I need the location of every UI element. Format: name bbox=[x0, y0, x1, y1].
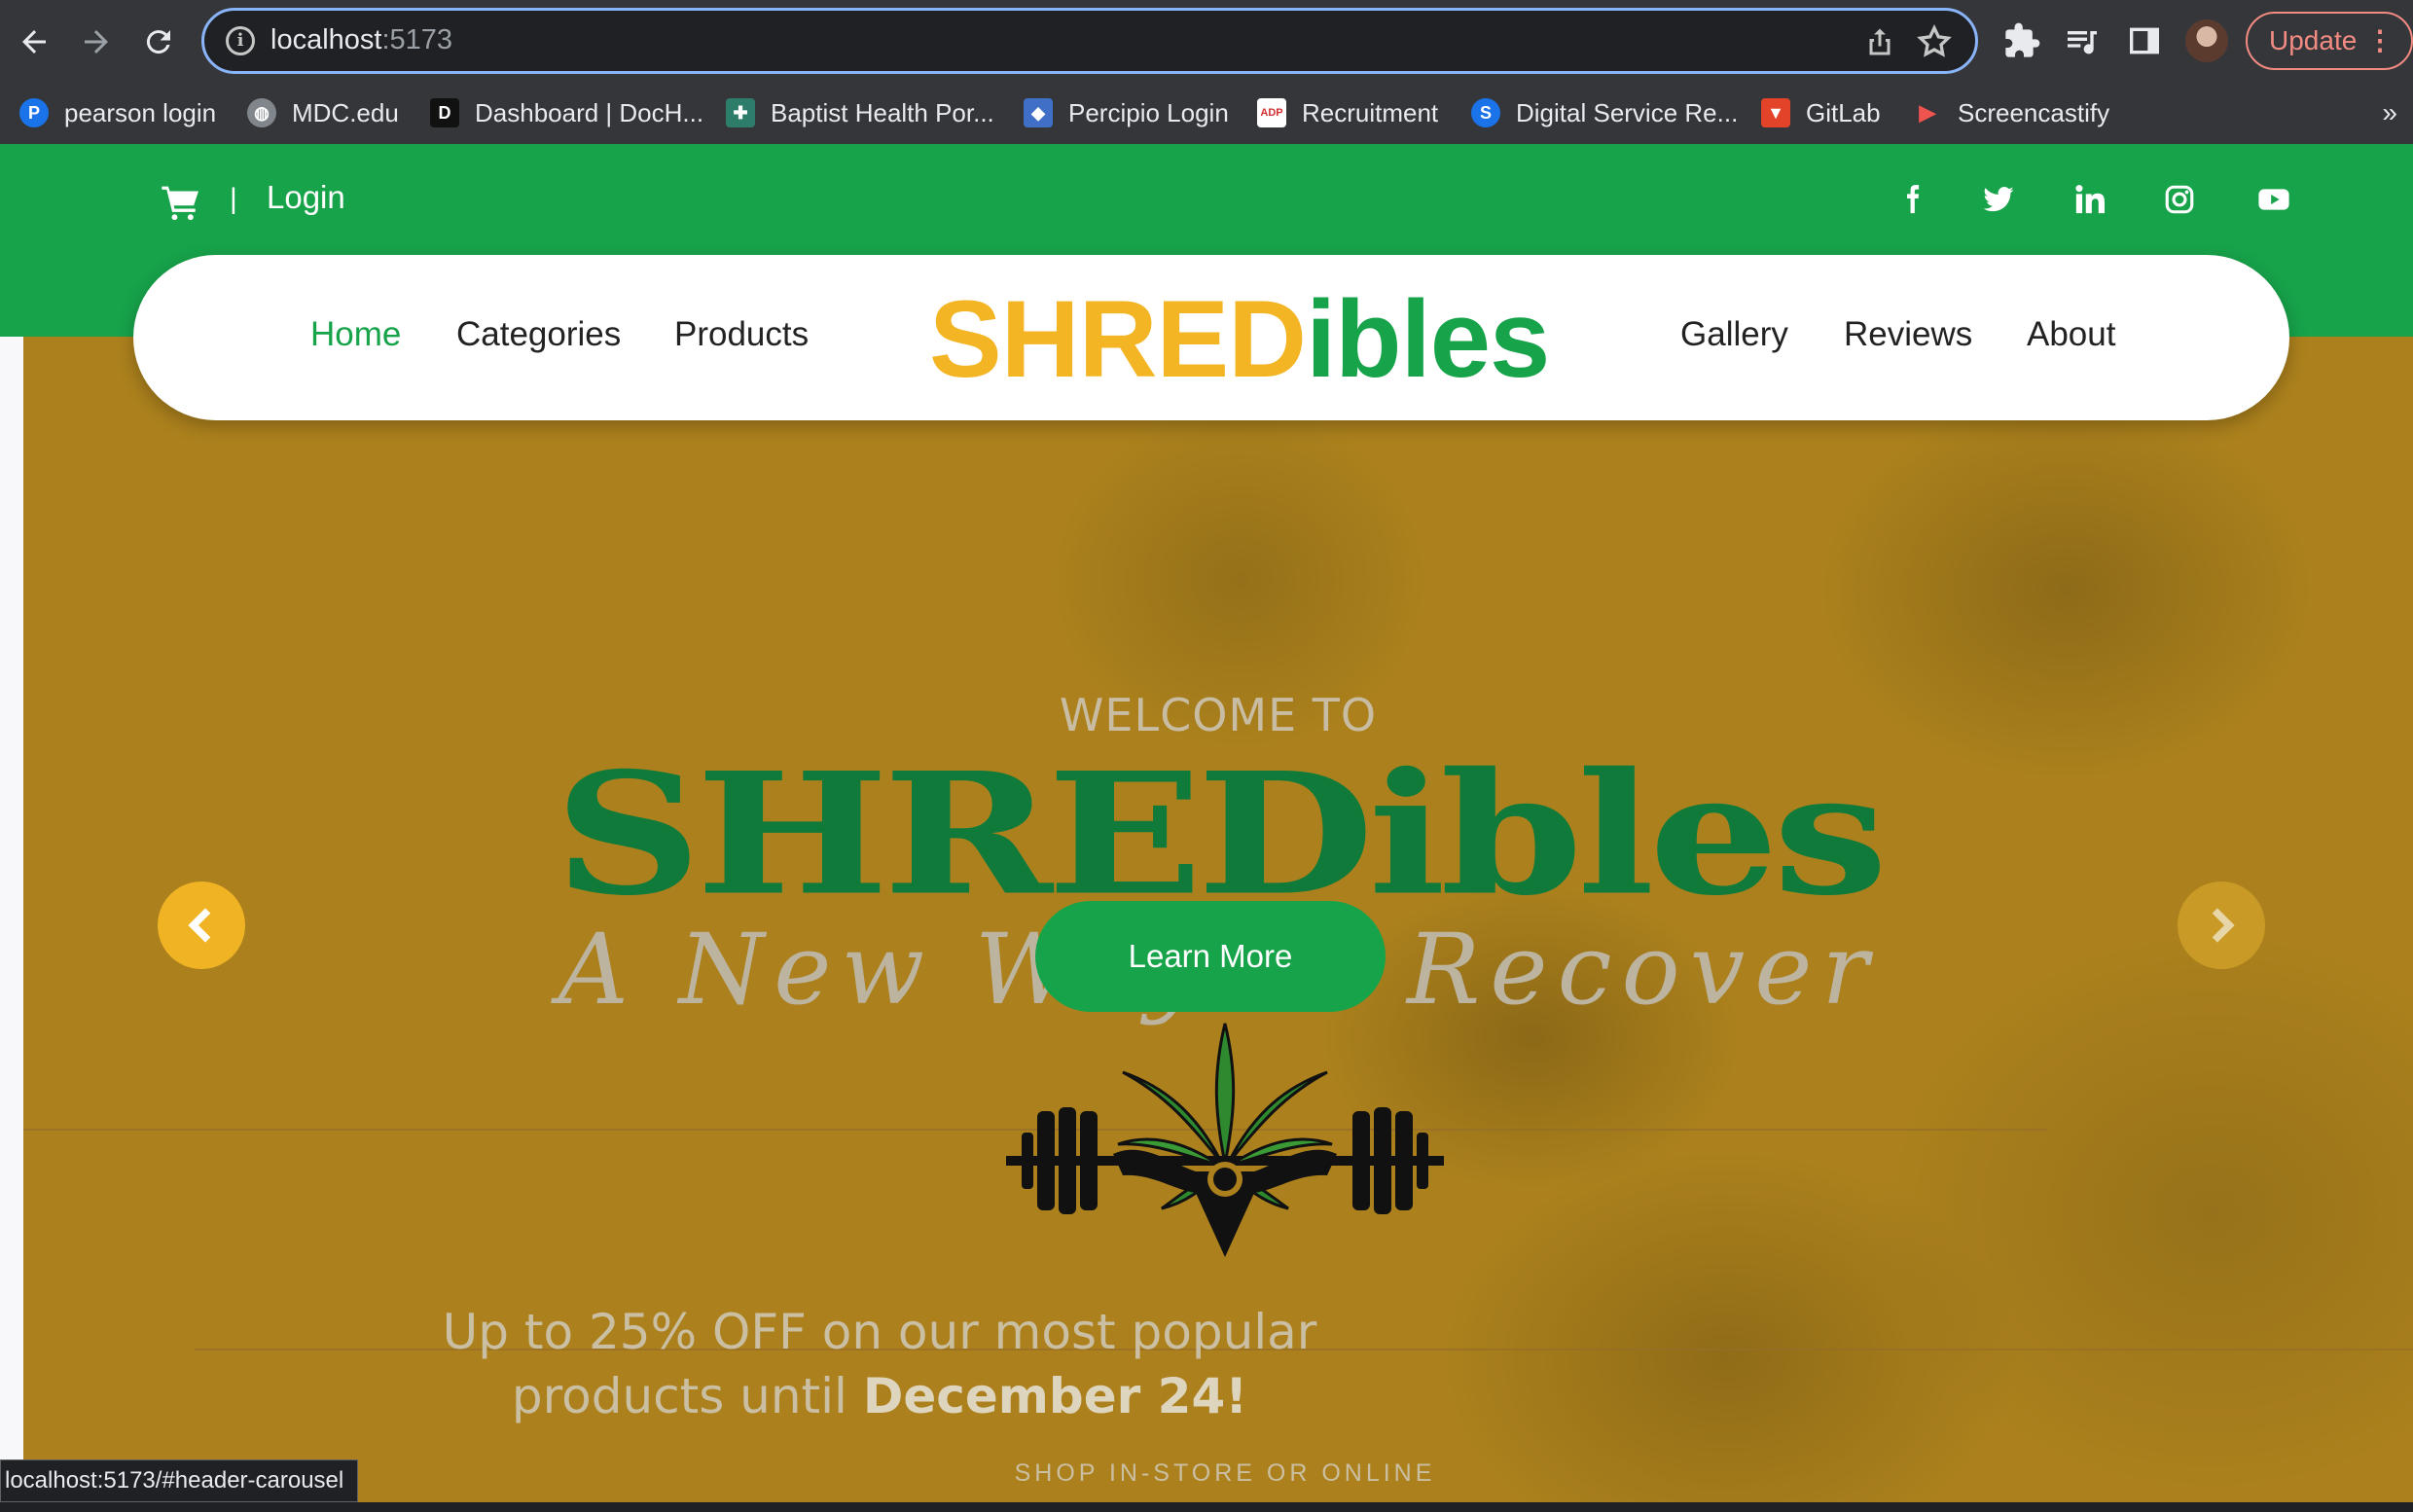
promo-text: Up to 25% OFF on our most popular produc… bbox=[23, 1300, 1736, 1428]
link-status-bar: localhost:5173/#header-carousel bbox=[0, 1459, 359, 1502]
browser-chrome: i localhost:5173 Update ⋮ P pearson login… bbox=[0, 0, 2413, 144]
url-host: localhost bbox=[270, 24, 382, 55]
nav-reviews[interactable]: Reviews bbox=[1844, 315, 1972, 354]
bookmark-recruitment[interactable]: ADP Recruitment bbox=[1257, 93, 1438, 132]
web-page: | Login WELCOME TO SHREDibles A New Way … bbox=[0, 144, 2413, 1502]
carousel-prev-button[interactable] bbox=[158, 882, 245, 969]
screencastify-icon: ▶ bbox=[1919, 100, 1936, 125]
bookmark-star-icon[interactable] bbox=[1915, 22, 1954, 61]
forward-button[interactable] bbox=[72, 18, 121, 66]
bookmark-pearson[interactable]: P pearson login bbox=[19, 93, 216, 132]
more-menu-icon[interactable]: ⋮ bbox=[2366, 14, 2394, 68]
welcome-heading: WELCOME TO bbox=[1059, 689, 1378, 741]
youtube-icon[interactable] bbox=[2255, 183, 2292, 216]
cart-icon[interactable] bbox=[162, 185, 200, 220]
bookmark-mdc[interactable]: ◍ MDC.edu bbox=[247, 93, 399, 132]
pearson-icon: P bbox=[19, 98, 49, 127]
header-carousel: WELCOME TO SHREDibles A New Way to Recov… bbox=[23, 337, 2413, 1502]
site-info-icon[interactable]: i bbox=[226, 26, 255, 55]
bookmark-baptist[interactable]: ✚ Baptist Health Por... bbox=[726, 93, 994, 132]
bookmark-label: Dashboard | DocH... bbox=[475, 97, 704, 127]
browser-toolbar: i localhost:5173 Update ⋮ bbox=[0, 0, 2413, 82]
doc-icon: D bbox=[430, 98, 459, 127]
bookmark-screencastify[interactable]: ▶ Screencastify bbox=[1913, 93, 2110, 132]
bookmarks-bar: P pearson login ◍ MDC.edu D Dashboard | … bbox=[0, 82, 2413, 144]
bookmark-percipio[interactable]: ◆ Percipio Login bbox=[1024, 93, 1229, 132]
percipio-icon: ◆ bbox=[1024, 98, 1053, 127]
bookmark-label: Screencastify bbox=[1958, 97, 2110, 127]
bookmark-label: GitLab bbox=[1806, 97, 1881, 127]
extensions-puzzle-icon[interactable] bbox=[2002, 21, 2041, 60]
twitter-icon[interactable] bbox=[1982, 183, 2015, 216]
bookmark-label: Recruitment bbox=[1302, 97, 1439, 127]
profile-avatar[interactable] bbox=[2185, 19, 2228, 62]
nav-categories[interactable]: Categories bbox=[456, 315, 621, 354]
back-button[interactable] bbox=[10, 18, 58, 66]
adp-icon: ADP bbox=[1257, 98, 1286, 127]
update-button[interactable]: Update ⋮ bbox=[2246, 12, 2413, 70]
reload-button[interactable] bbox=[134, 18, 183, 66]
share-icon[interactable] bbox=[1862, 24, 1897, 59]
nav-home[interactable]: Home bbox=[310, 315, 401, 354]
nav-gallery[interactable]: Gallery bbox=[1680, 315, 1788, 354]
login-link[interactable]: Login bbox=[267, 179, 345, 216]
baptist-icon: ✚ bbox=[726, 98, 755, 127]
globe-icon: ◍ bbox=[247, 98, 276, 127]
brand-part-1: SHRED bbox=[929, 278, 1307, 400]
url-port: :5173 bbox=[381, 24, 453, 55]
update-label: Update bbox=[2269, 25, 2358, 55]
address-bar[interactable]: i localhost:5173 bbox=[201, 8, 1978, 74]
shop-in-store-text: SHOP IN-STORE OR ONLINE bbox=[1014, 1459, 1436, 1487]
promo-line-1: Up to 25% OFF on our most popular bbox=[442, 1304, 1317, 1360]
s-icon: S bbox=[1471, 98, 1500, 127]
chevron-right-icon bbox=[2212, 908, 2235, 943]
bookmark-label: Percipio Login bbox=[1068, 97, 1229, 127]
nav-products[interactable]: Products bbox=[674, 315, 809, 354]
bookmark-label: Baptist Health Por... bbox=[771, 97, 994, 127]
bookmark-digital-service[interactable]: S Digital Service Re... bbox=[1471, 93, 1738, 132]
gitlab-icon: ▼ bbox=[1761, 98, 1790, 127]
promo-line-2: products until December 24! bbox=[23, 1364, 1736, 1428]
bookmark-label: MDC.edu bbox=[292, 97, 399, 127]
instagram-icon[interactable] bbox=[2163, 183, 2196, 216]
cannabis-barbell-logo-icon bbox=[1006, 1023, 1444, 1257]
promo-line-2-prefix: products until bbox=[511, 1368, 863, 1424]
chevron-left-icon bbox=[188, 908, 211, 943]
bookmarks-overflow-button[interactable]: » bbox=[2382, 97, 2397, 128]
bookmark-dochub[interactable]: D Dashboard | DocH... bbox=[430, 93, 703, 132]
bookmark-label: pearson login bbox=[64, 97, 217, 127]
window-bottom-edge bbox=[0, 1502, 2413, 1512]
brand-part-2: ibles bbox=[1306, 278, 1550, 400]
linkedin-icon[interactable] bbox=[2073, 183, 2107, 216]
main-navbar: Home Categories Products SHREDibles Gall… bbox=[133, 255, 2289, 420]
nav-about[interactable]: About bbox=[2027, 315, 2115, 354]
brand-logo[interactable]: SHREDibles bbox=[929, 276, 1550, 402]
promo-deadline: December 24! bbox=[862, 1368, 1248, 1424]
carousel-next-button[interactable] bbox=[2178, 882, 2265, 969]
bookmark-gitlab[interactable]: ▼ GitLab bbox=[1761, 93, 1881, 132]
facebook-icon[interactable] bbox=[1895, 183, 1928, 216]
media-queue-icon[interactable] bbox=[2063, 21, 2102, 60]
side-panel-icon[interactable] bbox=[2125, 21, 2164, 60]
arrow-left-icon bbox=[22, 30, 46, 54]
learn-more-button[interactable]: Learn More bbox=[1035, 901, 1386, 1012]
top-separator: | bbox=[230, 183, 237, 215]
bookmark-label: Digital Service Re... bbox=[1516, 97, 1739, 127]
arrow-right-icon bbox=[85, 30, 108, 54]
url-text: localhost:5173 bbox=[270, 24, 452, 56]
reload-icon bbox=[146, 30, 170, 54]
